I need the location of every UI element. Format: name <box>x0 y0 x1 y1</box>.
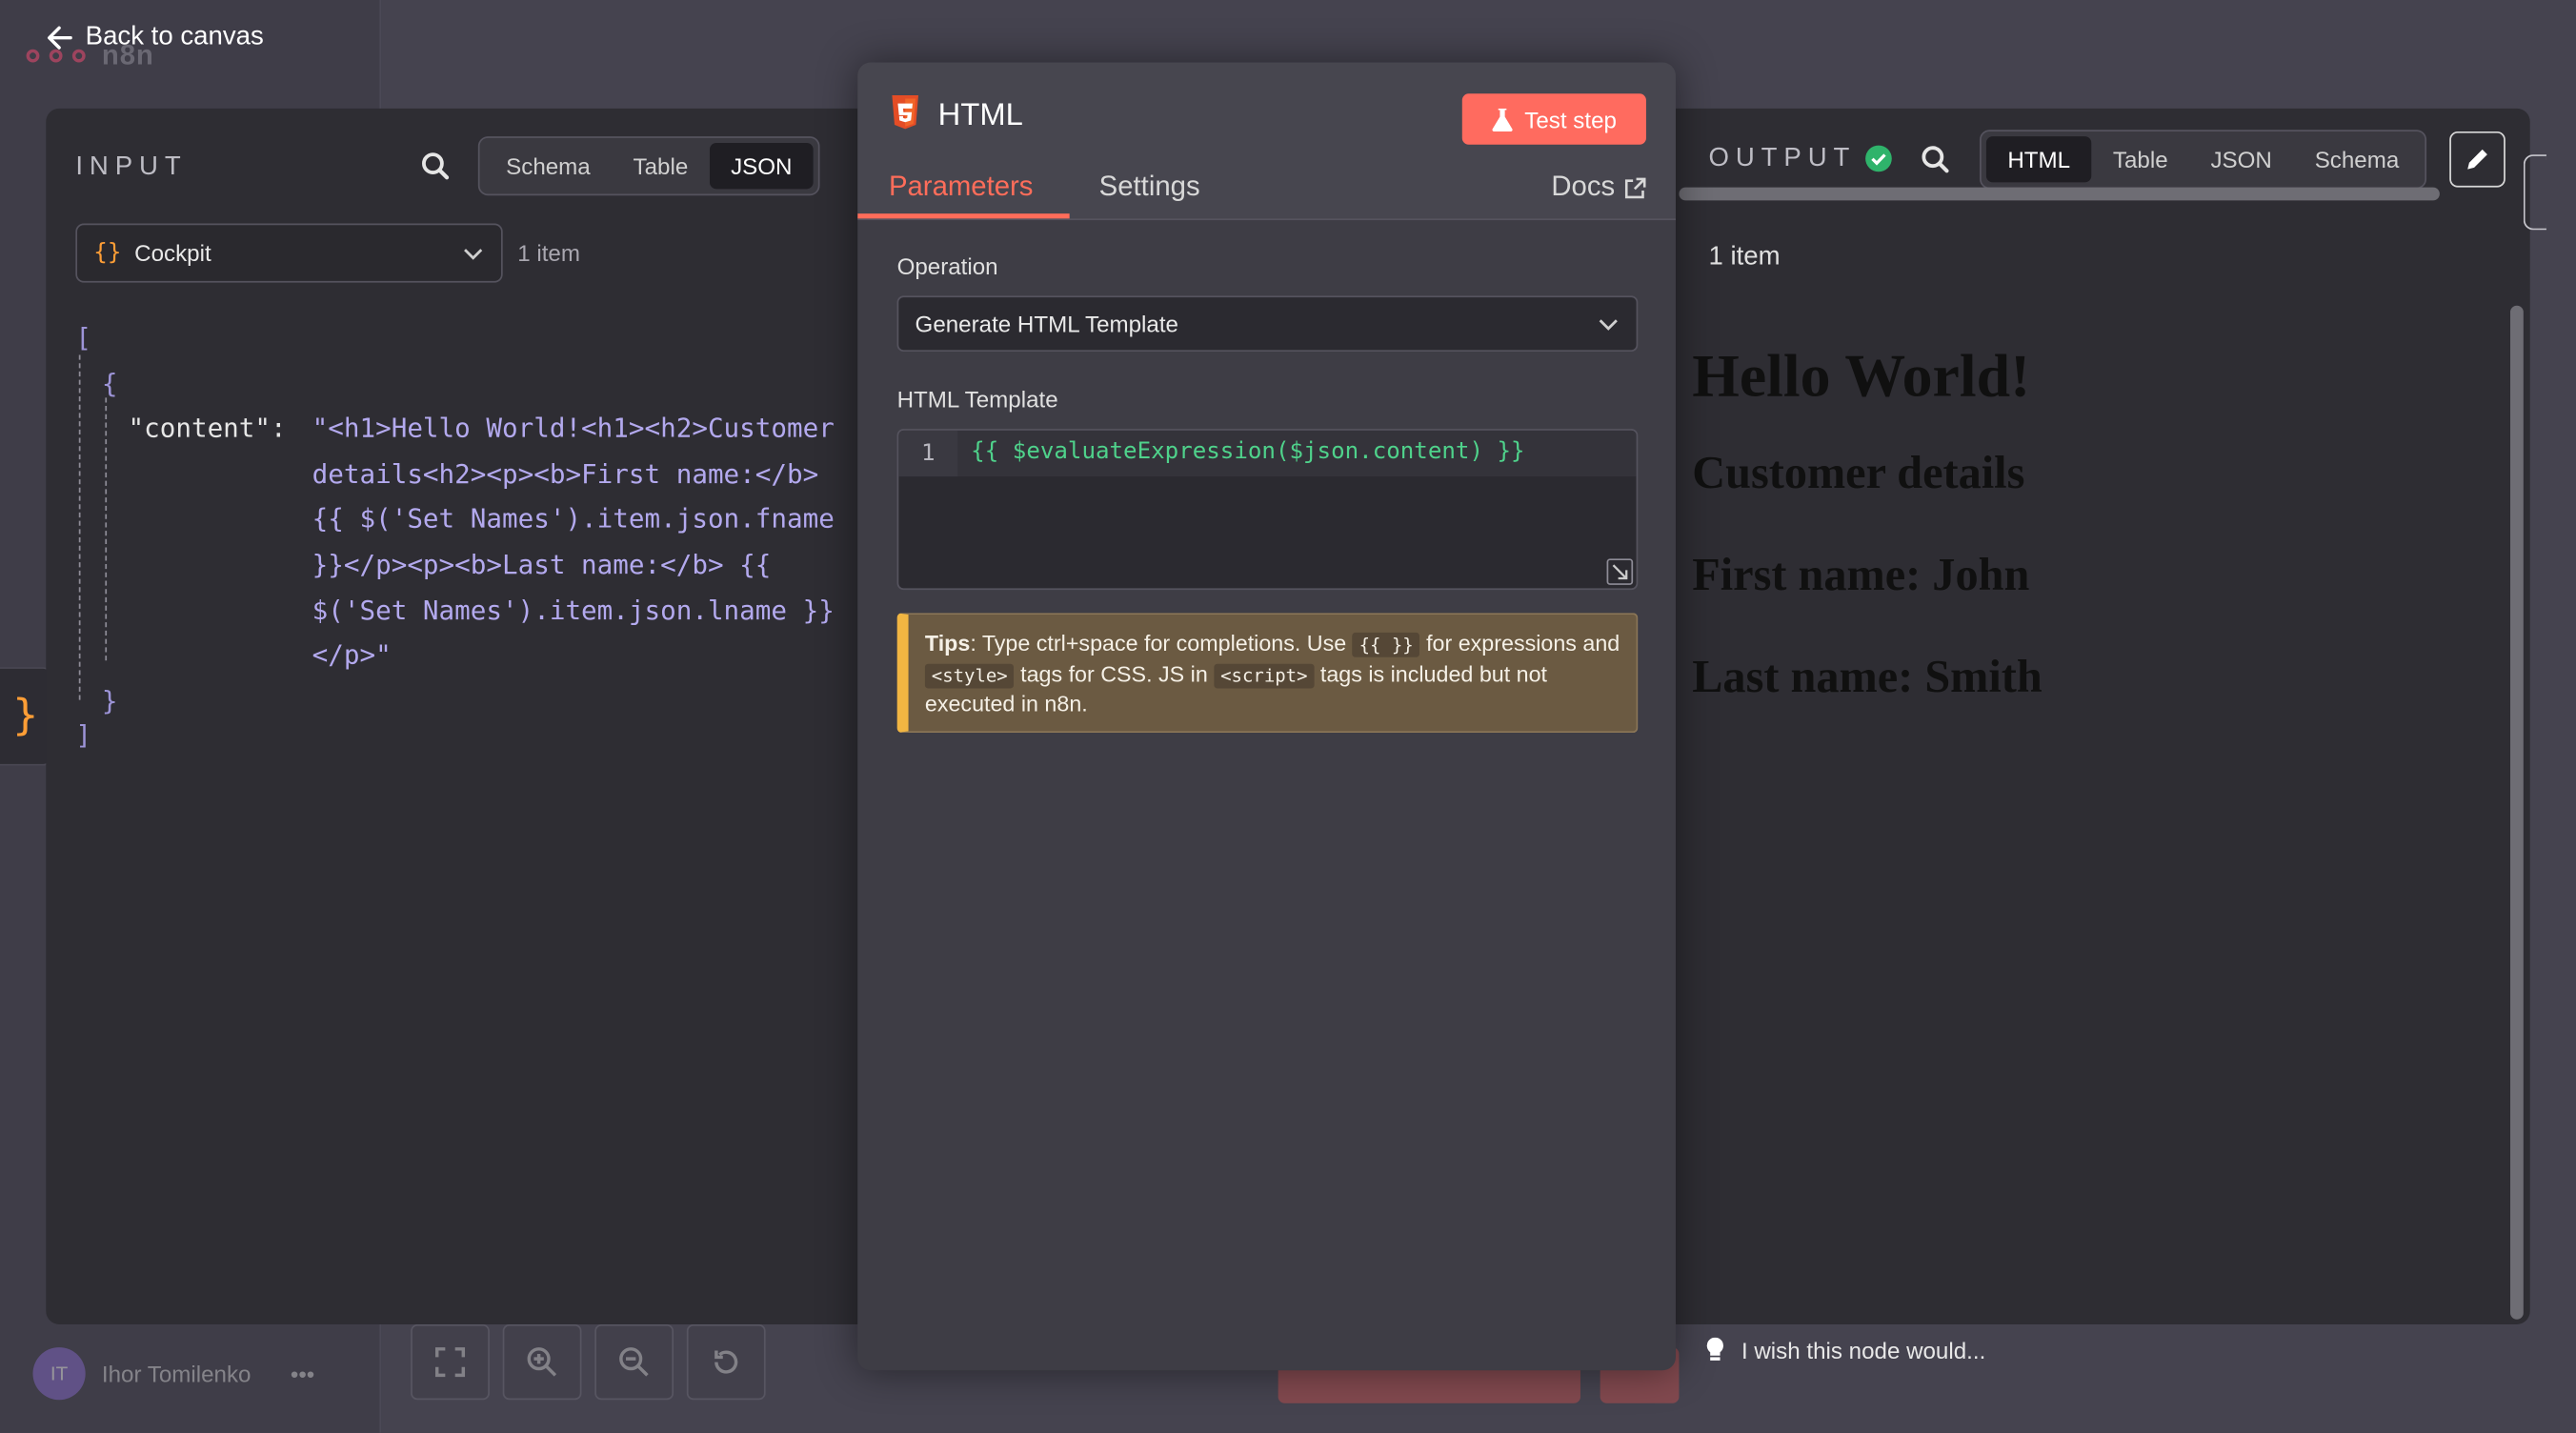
tips-code: <script> <box>1214 662 1315 688</box>
tab-json[interactable]: JSON <box>2189 136 2293 182</box>
feedback-link[interactable]: I wish this node would... <box>1705 1337 1986 1364</box>
user-name: Ihor Tomilenko <box>101 1360 252 1387</box>
html-template-editor[interactable]: 1 {{ $evaluateExpression($json.content) … <box>896 429 1639 591</box>
tips-text: : Type ctrl+space for completions. Use <box>970 631 1353 656</box>
reset-zoom-button[interactable] <box>686 1323 766 1401</box>
back-to-canvas-label: Back to canvas <box>85 23 264 51</box>
zoom-out-button[interactable] <box>594 1323 674 1401</box>
json-value-line: }}</p><p><b>Last name:</b> {{ <box>312 548 772 580</box>
sticky-note-toggle[interactable]: } <box>0 667 53 766</box>
docs-label: Docs <box>1551 171 1616 203</box>
json-open-brace: { <box>101 367 118 399</box>
search-icon <box>1922 146 1949 173</box>
json-open-bracket: [ <box>75 322 91 353</box>
input-view-switcher: Schema Table JSON <box>477 136 820 196</box>
json-value-line: details<h2><p><b>First name:</b> <box>312 457 819 490</box>
expand-editor-button[interactable] <box>1606 558 1634 585</box>
arrow-left-icon <box>48 26 72 50</box>
preview-subheading: Customer details <box>1692 448 2025 500</box>
html-template-label: HTML Template <box>896 386 1058 413</box>
input-node-select[interactable]: {} Cockpit <box>75 223 503 283</box>
html-preview: Hello World! Customer details First name… <box>1692 342 2043 707</box>
user-menu[interactable]: IT Ihor Tomilenko ••• <box>32 1347 314 1401</box>
input-node-value: Cockpit <box>134 239 211 267</box>
test-step-button[interactable]: Test step <box>1461 93 1646 145</box>
operation-label: Operation <box>896 252 998 280</box>
back-to-canvas-link[interactable]: Back to canvas <box>46 23 264 52</box>
braces-icon: } <box>12 692 39 741</box>
expand-icon <box>1612 564 1628 580</box>
tab-schema[interactable]: Schema <box>485 143 612 189</box>
json-value-line: "<h1>Hello World!<h1><h2>Customer <box>312 413 835 444</box>
app-root: n8n Back to canvas } IT Ihor Tomilenko •… <box>0 0 2576 1433</box>
html5-icon <box>892 95 918 130</box>
tab-json[interactable]: JSON <box>709 143 814 190</box>
test-step-label: Test step <box>1524 106 1617 132</box>
canvas-controls <box>411 1323 766 1401</box>
zoom-in-icon <box>527 1347 557 1377</box>
fit-view-icon <box>434 1347 466 1378</box>
output-title: OUTPUT <box>1708 144 1857 173</box>
more-icon[interactable]: ••• <box>291 1361 314 1387</box>
edit-output-button[interactable] <box>2449 131 2506 188</box>
output-item-count: 1 item <box>1708 243 1781 272</box>
json-value-line: {{ $('Set Names').item.json.fname <box>312 503 835 535</box>
json-viewer: [ { "content": "<h1>Hello World!<h1><h2>… <box>75 315 835 759</box>
json-close-bracket: ] <box>75 719 91 752</box>
horizontal-scrollbar[interactable] <box>1679 187 2440 201</box>
tab-html[interactable]: HTML <box>1985 136 2092 183</box>
tips-text: tags for CSS. JS in <box>1014 661 1215 686</box>
flask-icon <box>1492 107 1513 131</box>
input-panel: INPUT Schema Table JSON {} Cockpit 1 ite… <box>46 108 861 1324</box>
pencil-icon <box>2467 149 2487 170</box>
avatar: IT <box>32 1347 86 1401</box>
preview-last-name: Last name: Smith <box>1692 652 2043 704</box>
input-search-button[interactable] <box>420 151 450 190</box>
output-search-button[interactable] <box>1921 145 1950 183</box>
active-tab-indicator <box>857 213 1070 219</box>
input-title: INPUT <box>75 152 188 181</box>
output-panel: OUTPUT HTML Table JSON Schema 1 item Hel… <box>1675 108 2530 1324</box>
json-value[interactable]: "<h1>Hello World!<h1><h2>Customer detail… <box>312 406 835 678</box>
tab-schema[interactable]: Schema <box>2293 136 2420 182</box>
preview-heading: Hello World! <box>1692 343 2031 412</box>
tips-code: <style> <box>924 662 1015 688</box>
json-value-line: </p>" <box>312 639 392 671</box>
fit-view-button[interactable] <box>411 1323 490 1401</box>
json-node-icon: {} <box>93 239 122 267</box>
panel-edge-handle[interactable] <box>2523 154 2546 231</box>
vertical-scrollbar[interactable] <box>2510 305 2524 1320</box>
chevron-down-icon <box>1599 319 1618 331</box>
feedback-label: I wish this node would... <box>1741 1337 1986 1364</box>
node-header: HTML Test step Parameters Settings Docs <box>857 62 1676 221</box>
tab-table[interactable]: Table <box>612 143 710 189</box>
tab-parameters[interactable]: Parameters <box>889 171 1034 203</box>
docs-link[interactable]: Docs <box>1551 171 1646 203</box>
input-item-count: 1 item <box>517 239 580 267</box>
external-link-icon <box>1624 176 1646 198</box>
preview-first-name: First name: John <box>1692 550 2030 602</box>
check-circle-icon <box>1865 145 1892 172</box>
tips-callout: Tips: Type ctrl+space for completions. U… <box>896 613 1639 734</box>
line-number: 1 <box>898 430 958 477</box>
code-line: {{ $evaluateExpression($json.content) }} <box>971 438 1525 466</box>
tab-table[interactable]: Table <box>2091 136 2189 182</box>
lightbulb-icon <box>1706 1337 1723 1361</box>
zoom-in-button[interactable] <box>502 1323 582 1401</box>
tips-heading: Tips <box>924 631 971 656</box>
tab-settings[interactable]: Settings <box>1099 171 1200 203</box>
output-view-switcher: HTML Table JSON Schema <box>1980 130 2427 190</box>
chevron-down-icon <box>464 249 483 260</box>
operation-value: Generate HTML Template <box>915 310 1178 337</box>
node-title: HTML <box>937 98 1023 133</box>
json-key: "content": <box>128 413 287 444</box>
zoom-out-icon <box>619 1347 649 1377</box>
reset-icon <box>714 1350 738 1374</box>
json-value-line: $('Set Names').item.json.lname }} <box>312 594 835 626</box>
operation-select[interactable]: Generate HTML Template <box>896 295 1639 353</box>
search-icon <box>422 152 450 180</box>
tips-text: for expressions and <box>1419 631 1620 656</box>
tips-code: {{ }} <box>1352 632 1420 657</box>
node-parameters-panel: HTML Test step Parameters Settings Docs … <box>857 62 1676 1371</box>
